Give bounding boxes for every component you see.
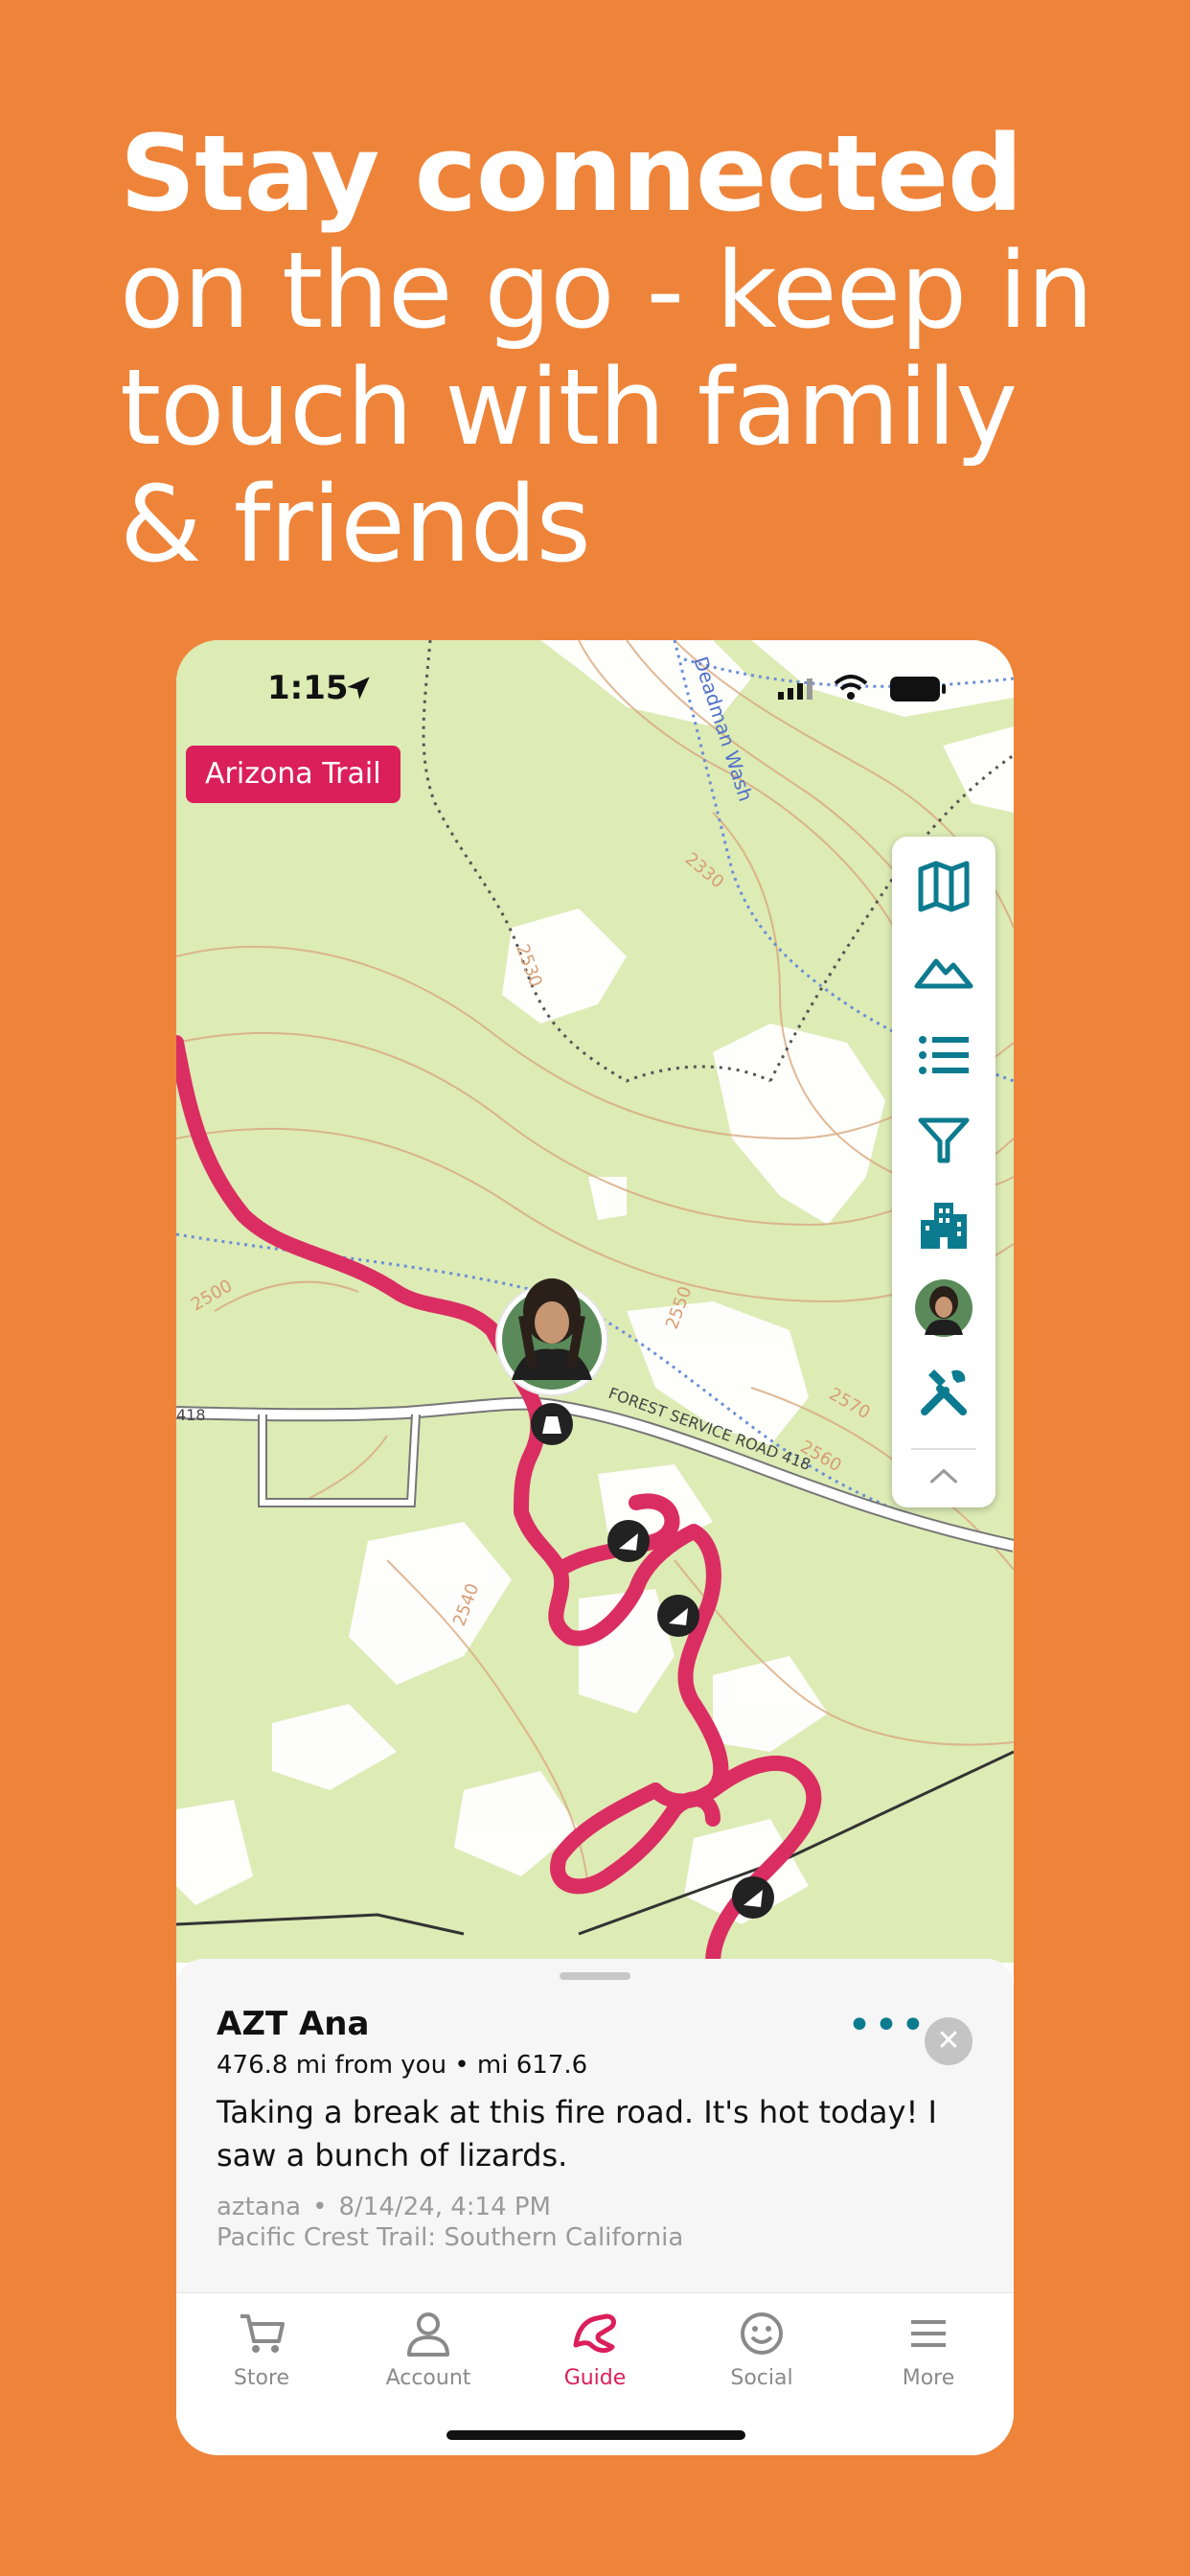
tab-more[interactable]: More: [845, 2307, 1012, 2390]
map-view[interactable]: 418 FOREST SERVICE ROAD 418 Deadman Wash…: [176, 640, 1014, 1963]
friend-name: AZT Ana: [217, 2005, 370, 2043]
tools-button[interactable]: [905, 1354, 982, 1431]
friend-avatar-button[interactable]: [905, 1270, 982, 1346]
headline: Stay connected on the go - keep in touch…: [120, 115, 1116, 583]
wifi-icon: [834, 675, 868, 700]
headline-rest: on the go - keep in touch with family & …: [120, 229, 1093, 586]
person-icon: [407, 2312, 449, 2357]
collapse-toolbar-button[interactable]: [905, 1450, 982, 1504]
tab-guide[interactable]: Guide: [512, 2307, 678, 2390]
friend-update-sheet[interactable]: AZT Ana 476.8 mi from you • mi 617.6 •••…: [176, 1959, 1014, 2294]
tab-label: Guide: [563, 2366, 627, 2390]
road-number-label: 418: [176, 1406, 206, 1424]
signal-icon: [778, 678, 812, 700]
more-options-button[interactable]: •••: [847, 2005, 926, 2055]
sheet-grabber[interactable]: [560, 1972, 630, 1980]
post-meta: aztana • 8/14/24, 4:14 PM: [217, 2193, 551, 2221]
smiley-icon: [741, 2312, 783, 2355]
list-icon: [919, 1036, 969, 1074]
guide-icon: [573, 2313, 616, 2354]
friend-distance: 476.8 mi from you • mi 617.6: [217, 2051, 588, 2080]
close-button[interactable]: ✕: [925, 2017, 973, 2065]
post-username: aztana: [217, 2193, 302, 2221]
battery-icon: [890, 677, 946, 702]
filter-button[interactable]: [905, 1101, 982, 1178]
friend-avatar: [915, 1279, 973, 1337]
filter-icon: [918, 1117, 970, 1163]
map-toolbar: [892, 837, 995, 1507]
headline-bold: Stay connected: [120, 112, 1023, 235]
terrain-button[interactable]: [905, 932, 982, 1009]
chevron-up-icon: [929, 1468, 958, 1484]
towns-icon: [921, 1203, 967, 1249]
friend-message: Taking a break at this fire road. It's h…: [217, 2094, 937, 2174]
tab-store[interactable]: Store: [178, 2307, 345, 2390]
tab-account[interactable]: Account: [345, 2307, 512, 2390]
list-button[interactable]: [905, 1017, 982, 1093]
trail-badge[interactable]: Arizona Trail: [186, 746, 400, 803]
tools-icon: [921, 1369, 967, 1415]
meta-separator: •: [312, 2193, 328, 2221]
terrain-icon: [914, 958, 973, 989]
map-layers-button[interactable]: [905, 848, 982, 925]
status-time: 1:15: [267, 669, 349, 707]
location-arrow-icon: [347, 677, 370, 700]
cart-icon: [240, 2314, 285, 2353]
towns-button[interactable]: [905, 1185, 982, 1262]
tab-label: More: [902, 2366, 955, 2390]
tab-label: Account: [385, 2366, 471, 2390]
map-layers-icon: [918, 861, 970, 912]
tab-label: Social: [730, 2366, 793, 2390]
menu-icon: [911, 2320, 946, 2347]
post-trail: Pacific Crest Trail: Southern California: [217, 2223, 684, 2252]
home-indicator: [446, 2430, 745, 2440]
tab-social[interactable]: Social: [678, 2307, 845, 2390]
phone-screen: 418 FOREST SERVICE ROAD 418 Deadman Wash…: [176, 640, 1014, 2455]
status-bar: 1:15: [176, 640, 1014, 736]
post-timestamp: 8/14/24, 4:14 PM: [338, 2193, 551, 2221]
tab-label: Store: [233, 2366, 290, 2390]
